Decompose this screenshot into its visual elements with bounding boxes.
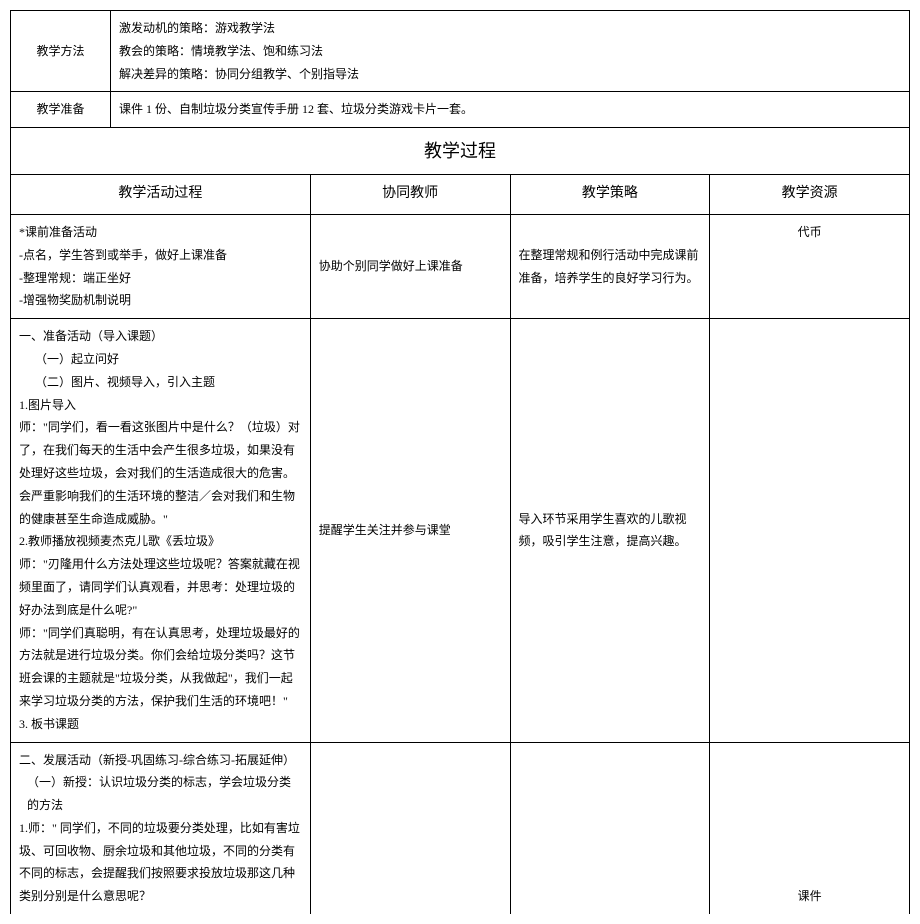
- dev-activity-resource: 课件: [710, 742, 910, 914]
- prep-p3: 师："刃隆用什么方法处理这些垃圾呢？答案就藏在视频里面了，请同学们认真观看，并思…: [19, 553, 302, 621]
- method-line-3: 解决差异的策略：协同分组教学、个别指导法: [119, 63, 901, 86]
- section-title-row: 教学过程: [11, 128, 910, 175]
- prep-p1: 师："同学们，看一看这张图片中是什么？（垃圾）对了，在我们每天的生活中会产生很多…: [19, 416, 302, 530]
- lesson-plan-table: 教学方法 激发动机的策略：游戏教学法 教会的策略：情境教学法、饱和练习法 解决差…: [10, 10, 910, 914]
- header-resource: 教学资源: [710, 175, 910, 215]
- prep-p4: 师："同学们真聪明，有在认真思考，处理垃圾最好的方法就是进行垃圾分类。你们会给垃…: [19, 622, 302, 713]
- dev-activity-teacher: [310, 742, 510, 914]
- pre-activity-row: *课前准备活动 -点名，学生答到或举手，做好上课准备 -整理常规：端正坐好 -增…: [11, 214, 910, 318]
- prep-h1b: （二）图片、视频导入，引入主题: [19, 371, 302, 394]
- pre-activity-teacher: 协助个别同学做好上课准备: [310, 214, 510, 318]
- header-strategy: 教学策略: [510, 175, 710, 215]
- teaching-methods-content: 激发动机的策略：游戏教学法 教会的策略：情境教学法、饱和练习法 解决差异的策略：…: [111, 11, 910, 92]
- method-line-2: 教会的策略：情境教学法、饱和练习法: [119, 40, 901, 63]
- prep-activity-row: 一、准备活动（导入课题） （一）起立问好 （二）图片、视频导入，引入主题 1.图…: [11, 319, 910, 742]
- prep-h1a: （一）起立问好: [19, 348, 302, 371]
- header-activity: 教学活动过程: [11, 175, 311, 215]
- pre-activity-content: *课前准备活动 -点名，学生答到或举手，做好上课准备 -整理常规：端正坐好 -增…: [11, 214, 311, 318]
- teaching-methods-label: 教学方法: [11, 11, 111, 92]
- prep-activity-content: 一、准备活动（导入课题） （一）起立问好 （二）图片、视频导入，引入主题 1.图…: [11, 319, 311, 742]
- section-title: 教学过程: [11, 128, 910, 175]
- pre-activity-line1: -点名，学生答到或举手，做好上课准备: [19, 244, 302, 267]
- pre-activity-line3: -增强物奖励机制说明: [19, 289, 302, 312]
- teaching-prep-label: 教学准备: [11, 92, 111, 128]
- prep-h2: 1.图片导入: [19, 394, 302, 417]
- dev-h1: 二、发展活动（新授-巩固练习-综合练习-拓展延伸）: [19, 749, 302, 772]
- teaching-methods-row: 教学方法 激发动机的策略：游戏教学法 教会的策略：情境教学法、饱和练习法 解决差…: [11, 11, 910, 92]
- prep-activity-resource: [710, 319, 910, 742]
- pre-activity-strategy: 在整理常规和例行活动中完成课前准备，培养学生的良好学习行为。: [510, 214, 710, 318]
- dev-activity-row: 二、发展活动（新授-巩固练习-综合练习-拓展延伸） （一）新授：认识垃圾分类的标…: [11, 742, 910, 914]
- headers-row: 教学活动过程 协同教师 教学策略 教学资源: [11, 175, 910, 215]
- prep-h1: 一、准备活动（导入课题）: [19, 325, 302, 348]
- dev-activity-content: 二、发展活动（新授-巩固练习-综合练习-拓展延伸） （一）新授：认识垃圾分类的标…: [11, 742, 311, 914]
- method-line-1: 激发动机的策略：游戏教学法: [119, 17, 901, 40]
- prep-p2: 2.教师播放视频麦杰克儿歌《丢垃圾》: [19, 530, 302, 553]
- pre-activity-title: *课前准备活动: [19, 221, 302, 244]
- header-teacher: 协同教师: [310, 175, 510, 215]
- dev-activity-strategy: [510, 742, 710, 914]
- teaching-prep-row: 教学准备 课件 1 份、自制垃圾分类宣传手册 12 套、垃圾分类游戏卡片一套。: [11, 92, 910, 128]
- teaching-prep-content: 课件 1 份、自制垃圾分类宣传手册 12 套、垃圾分类游戏卡片一套。: [111, 92, 910, 128]
- dev-h1a: （一）新授：认识垃圾分类的标志，学会垃圾分类的方法: [19, 771, 302, 817]
- pre-activity-resource: 代币: [710, 214, 910, 318]
- pre-activity-line2: -整理常规：端正坐好: [19, 267, 302, 290]
- prep-p5: 3. 板书课题: [19, 713, 302, 736]
- prep-activity-teacher: 提醒学生关注并参与课堂: [310, 319, 510, 742]
- prep-activity-strategy: 导入环节采用学生喜欢的儿歌视频，吸引学生注意，提高兴趣。: [510, 319, 710, 742]
- dev-p1: 1.师：" 同学们，不同的垃圾要分类处理，比如有害垃圾、可回收物、厨余垃圾和其他…: [19, 817, 302, 908]
